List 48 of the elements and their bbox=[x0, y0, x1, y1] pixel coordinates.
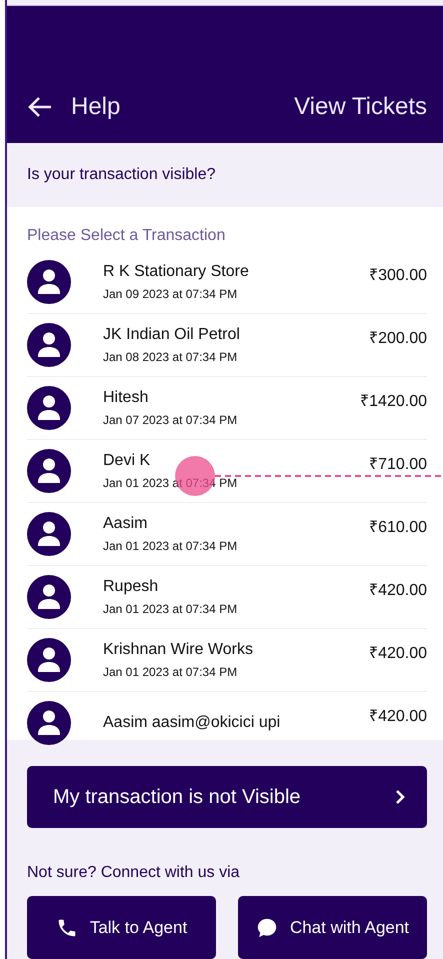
transaction-amount: ₹610.00 bbox=[369, 518, 427, 537]
transaction-amount: ₹1420.00 bbox=[360, 392, 427, 411]
chevron-right-icon bbox=[395, 790, 405, 804]
payee-name: R K Stationary Store bbox=[103, 263, 250, 281]
transaction-date: Jan 01 2023 at 07:34 PM bbox=[103, 539, 238, 553]
transaction-row[interactable]: Krishnan Wire Works Jan 01 2023 at 07:34 PM ₹420.00 bbox=[27, 629, 427, 692]
list-heading: Please Select a Transaction bbox=[27, 227, 226, 245]
transaction-amount: ₹420.00 bbox=[369, 707, 427, 726]
transaction-date: Jan 09 2023 at 07:34 PM bbox=[103, 287, 238, 301]
talk-to-agent-button[interactable]: Talk to Agent bbox=[27, 896, 216, 959]
payee-name: Devi K bbox=[103, 452, 152, 470]
payee-name: Aasim aasim@okicici upi bbox=[103, 714, 282, 732]
transaction-row[interactable]: JK Indian Oil Petrol Jan 08 2023 at 07:34 PM ₹200.00 bbox=[27, 314, 427, 377]
avatar-icon bbox=[27, 512, 71, 556]
transaction-date: Jan 01 2023 at 07:34 PM bbox=[103, 602, 238, 616]
transaction-date: Jan 08 2023 at 07:34 PM bbox=[103, 350, 238, 364]
payee-name: Aasim bbox=[103, 515, 148, 533]
view-tickets-link[interactable]: View Tickets bbox=[294, 93, 427, 122]
transaction-amount: ₹710.00 bbox=[369, 455, 427, 474]
transaction-row[interactable]: Aasim Jan 01 2023 at 07:34 PM ₹610.00 bbox=[27, 503, 427, 566]
transaction-amount: ₹200.00 bbox=[369, 329, 427, 348]
transaction-date: Jan 01 2023 at 07:34 PM bbox=[103, 665, 238, 679]
payee-name: JK Indian Oil Petrol bbox=[103, 326, 241, 344]
avatar-icon bbox=[27, 260, 71, 304]
transaction-row[interactable]: Rupesh Jan 01 2023 at 07:34 PM ₹420.00 bbox=[27, 566, 427, 629]
chat-bubble-icon bbox=[256, 916, 278, 938]
chat-with-agent-button[interactable]: Chat with Agent bbox=[238, 896, 427, 959]
transaction-amount: ₹300.00 bbox=[369, 266, 427, 285]
payee-name: Rupesh bbox=[103, 578, 160, 596]
payee-name: Hitesh bbox=[103, 389, 150, 407]
transaction-date: Jan 07 2023 at 07:34 PM bbox=[103, 413, 238, 427]
back-button[interactable] bbox=[27, 96, 53, 118]
avatar-icon bbox=[27, 638, 71, 682]
banner-text: Is your transaction visible? bbox=[27, 166, 216, 184]
page-title: Help bbox=[71, 93, 120, 122]
not-visible-button[interactable]: My transaction is not Visible bbox=[27, 766, 427, 828]
transaction-row[interactable]: Hitesh Jan 07 2023 at 07:34 PM ₹1420.00 bbox=[27, 377, 427, 440]
avatar-icon bbox=[27, 386, 71, 430]
connect-text: Not sure? Connect with us via bbox=[27, 864, 241, 882]
transaction-amount: ₹420.00 bbox=[369, 581, 427, 600]
transaction-amount: ₹420.00 bbox=[369, 644, 427, 663]
avatar-icon bbox=[27, 449, 71, 493]
avatar-icon bbox=[27, 323, 71, 367]
avatar-icon bbox=[27, 575, 71, 619]
transaction-row[interactable]: Aasim aasim@okicici upi ₹420.00 bbox=[27, 692, 427, 754]
payee-name: Krishnan Wire Works bbox=[103, 641, 254, 659]
back-arrow-icon bbox=[27, 96, 53, 118]
transaction-row[interactable]: R K Stationary Store Jan 09 2023 at 07:34 PM ₹300.00 bbox=[27, 251, 427, 314]
